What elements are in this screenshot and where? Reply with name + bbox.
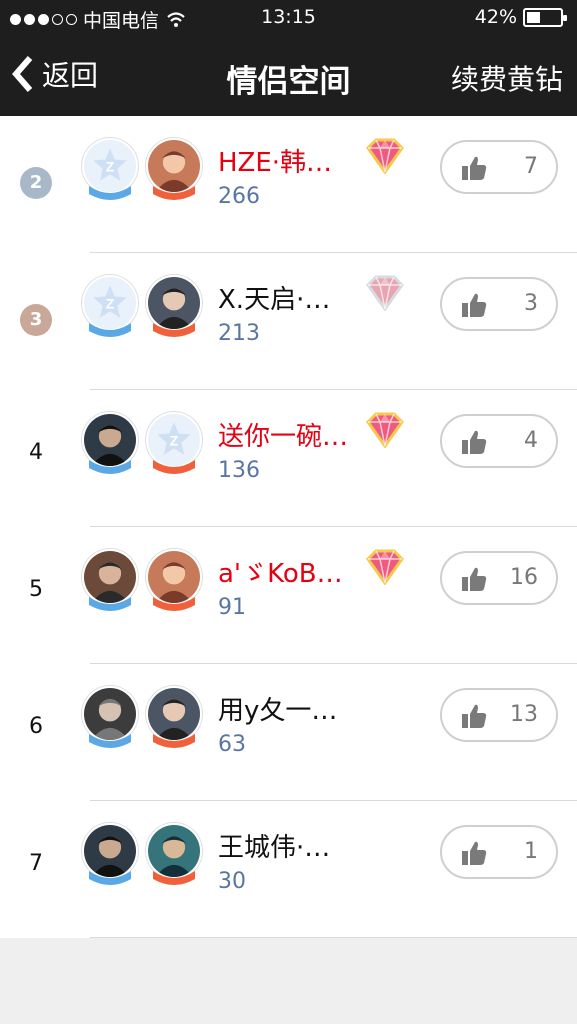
ranking-list: 2 Z HZE·韩… 266 7 3 Z X.天启·… 213 3 4 Z 送你一碗… 136 4 5 a'ゞK… xyxy=(0,116,577,938)
ribbon-decoration xyxy=(87,869,133,889)
vip-diamond-icon xyxy=(362,549,408,586)
phone-screen: 中国电信 13:15 42% 返回 情侣空间 续费黄钻 2 Z HZE·韩… 2… xyxy=(0,0,577,1024)
couple-score: 136 xyxy=(218,458,260,483)
battery-level-fill xyxy=(527,11,541,23)
svg-text:Z: Z xyxy=(106,296,115,312)
svg-text:Z: Z xyxy=(170,433,179,449)
list-item[interactable]: 2 Z HZE·韩… 266 7 xyxy=(0,116,577,253)
couple-name[interactable]: 送你一碗… xyxy=(218,416,348,453)
couple-score: 30 xyxy=(218,869,246,894)
couple-name[interactable]: a'ゞKoB… xyxy=(218,553,343,590)
divider xyxy=(90,937,577,938)
like-count: 7 xyxy=(524,154,538,179)
like-count: 4 xyxy=(524,428,538,453)
list-item[interactable]: 6 用y夂一… 63 13 xyxy=(0,664,577,801)
battery-percent: 42% xyxy=(474,6,517,28)
vip-diamond-icon xyxy=(362,412,408,449)
header: 中国电信 13:15 42% 返回 情侣空间 续费黄钻 xyxy=(0,0,577,116)
battery-icon xyxy=(523,7,567,27)
ribbon-decoration xyxy=(151,595,197,615)
like-button[interactable]: 3 xyxy=(440,277,558,331)
like-count: 16 xyxy=(510,565,538,590)
couple-name[interactable]: 王城伟·… xyxy=(218,827,330,864)
like-button[interactable]: 16 xyxy=(440,551,558,605)
couple-score: 63 xyxy=(218,732,246,757)
svg-text:Z: Z xyxy=(106,159,115,175)
list-item[interactable]: 7 王城伟·… 30 1 xyxy=(0,801,577,938)
ribbon-decoration xyxy=(151,732,197,752)
back-label: 返回 xyxy=(42,59,99,92)
chevron-left-icon xyxy=(12,56,33,92)
back-button[interactable]: 返回 xyxy=(10,54,98,94)
ribbon-decoration xyxy=(151,321,197,341)
couple-score: 213 xyxy=(218,321,260,346)
vip-diamond-icon xyxy=(362,138,408,175)
couple-name[interactable]: X.天启·… xyxy=(218,279,330,316)
vip-diamond-icon xyxy=(362,275,408,312)
like-button[interactable]: 4 xyxy=(440,414,558,468)
rank-number: 7 xyxy=(29,851,43,876)
couple-score: 266 xyxy=(218,184,260,209)
couple-name[interactable]: HZE·韩… xyxy=(218,142,332,179)
like-count: 3 xyxy=(524,291,538,316)
status-bar: 中国电信 13:15 42% xyxy=(0,0,577,38)
ribbon-decoration xyxy=(87,732,133,752)
nav-bar: 返回 情侣空间 续费黄钻 xyxy=(0,38,577,116)
rank-number: 4 xyxy=(29,440,43,465)
rank-number: 6 xyxy=(29,714,43,739)
ribbon-decoration xyxy=(87,184,133,204)
couple-score: 91 xyxy=(218,595,246,620)
rank-badge: 3 xyxy=(20,304,52,336)
battery-status: 42% xyxy=(474,6,567,28)
ribbon-decoration xyxy=(151,184,197,204)
like-button[interactable]: 1 xyxy=(440,825,558,879)
ribbon-decoration xyxy=(151,458,197,478)
list-item[interactable]: 5 a'ゞKoB… 91 16 xyxy=(0,527,577,664)
like-button[interactable]: 7 xyxy=(440,140,558,194)
ribbon-decoration xyxy=(87,321,133,341)
renew-yellow-diamond-button[interactable]: 续费黄钻 xyxy=(451,58,563,98)
list-item[interactable]: 4 Z 送你一碗… 136 4 xyxy=(0,390,577,527)
couple-name[interactable]: 用y夂一… xyxy=(218,690,337,727)
rank-number: 5 xyxy=(29,577,43,602)
rank-badge: 2 xyxy=(20,167,52,199)
ribbon-decoration xyxy=(87,458,133,478)
ribbon-decoration xyxy=(87,595,133,615)
list-item[interactable]: 3 Z X.天启·… 213 3 xyxy=(0,253,577,390)
ribbon-decoration xyxy=(151,869,197,889)
like-count: 13 xyxy=(510,702,538,727)
like-button[interactable]: 13 xyxy=(440,688,558,742)
like-count: 1 xyxy=(524,839,538,864)
